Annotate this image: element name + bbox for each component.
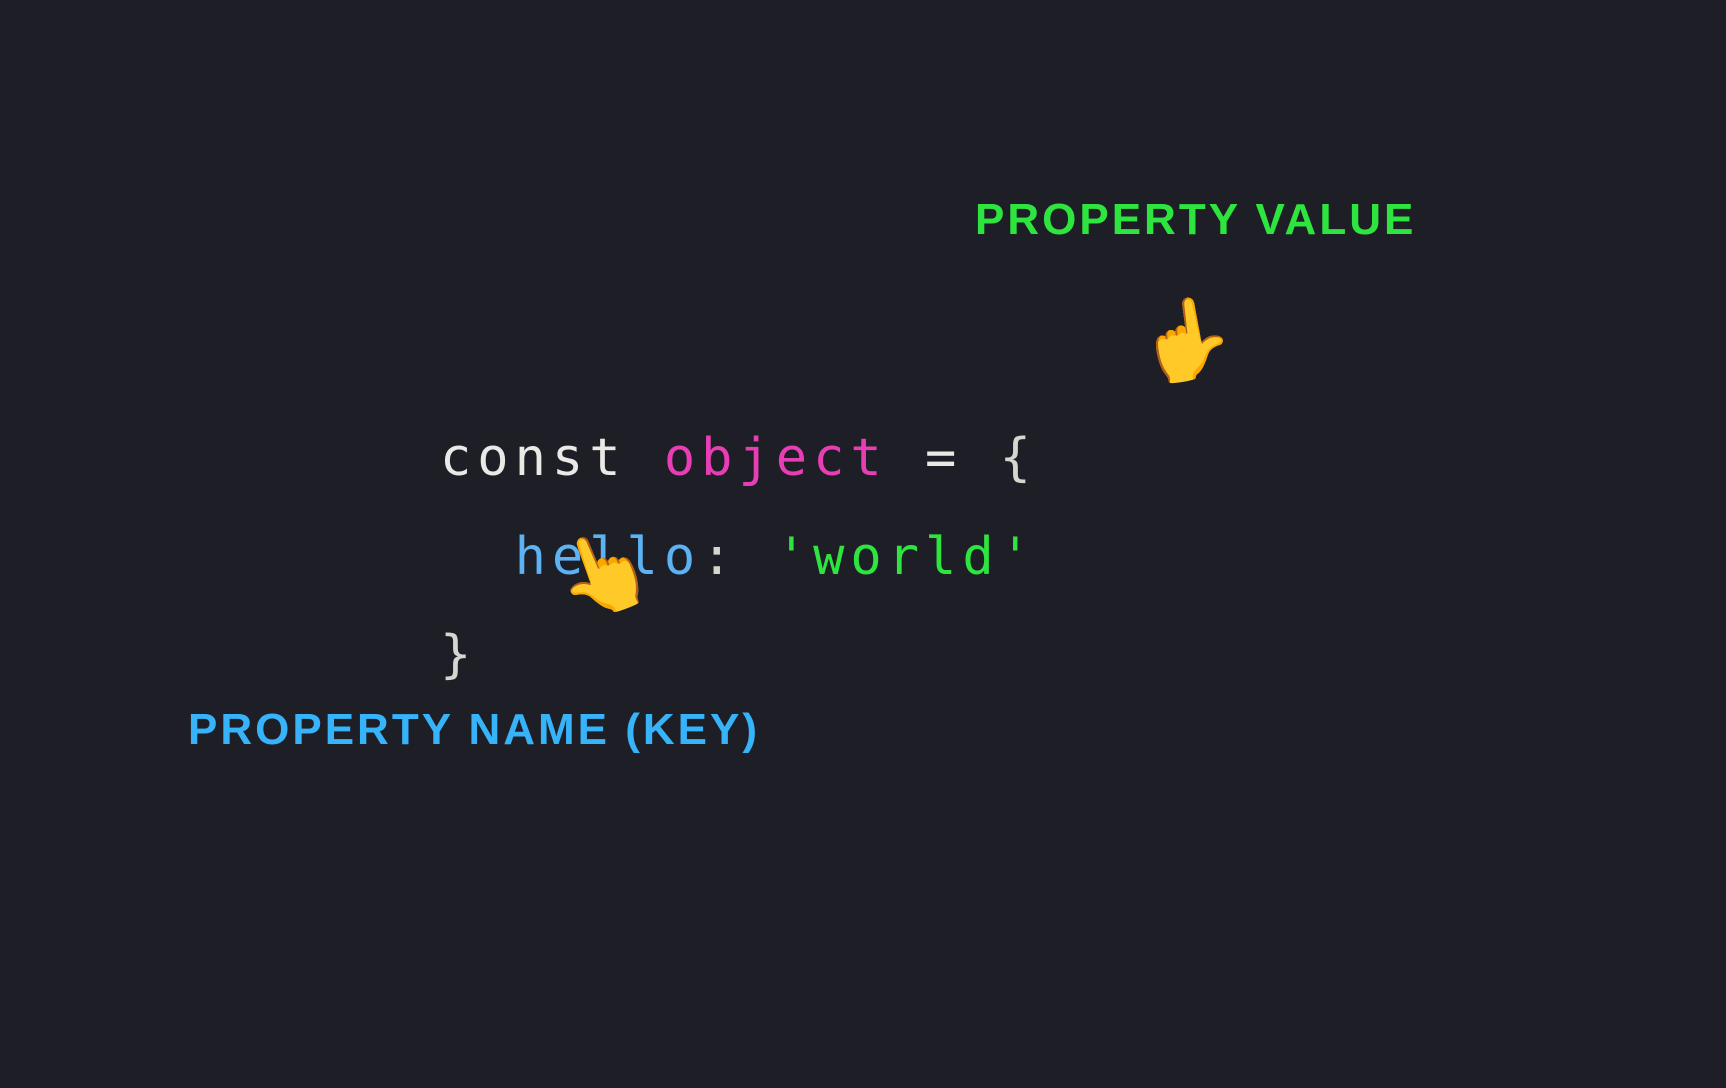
token-string-value: 'world': [776, 527, 1037, 587]
token-brace-close: }: [440, 625, 477, 685]
token-identifier: object: [664, 428, 888, 488]
label-property-key: PROPERTY NAME (KEY): [188, 705, 760, 755]
token-colon: :: [701, 527, 776, 587]
token-brace-open: {: [1000, 428, 1037, 488]
diagram-canvas: PROPERTY VALUE const object = { hello: '…: [0, 0, 1726, 1088]
token-keyword: const: [440, 428, 664, 488]
code-snippet: const object = { hello: 'world' }: [440, 310, 1037, 705]
pointing-hand-icon: 👈: [1137, 284, 1231, 393]
label-property-value: PROPERTY VALUE: [975, 195, 1416, 245]
token-indent: [440, 527, 515, 587]
token-equals: =: [888, 428, 1000, 488]
